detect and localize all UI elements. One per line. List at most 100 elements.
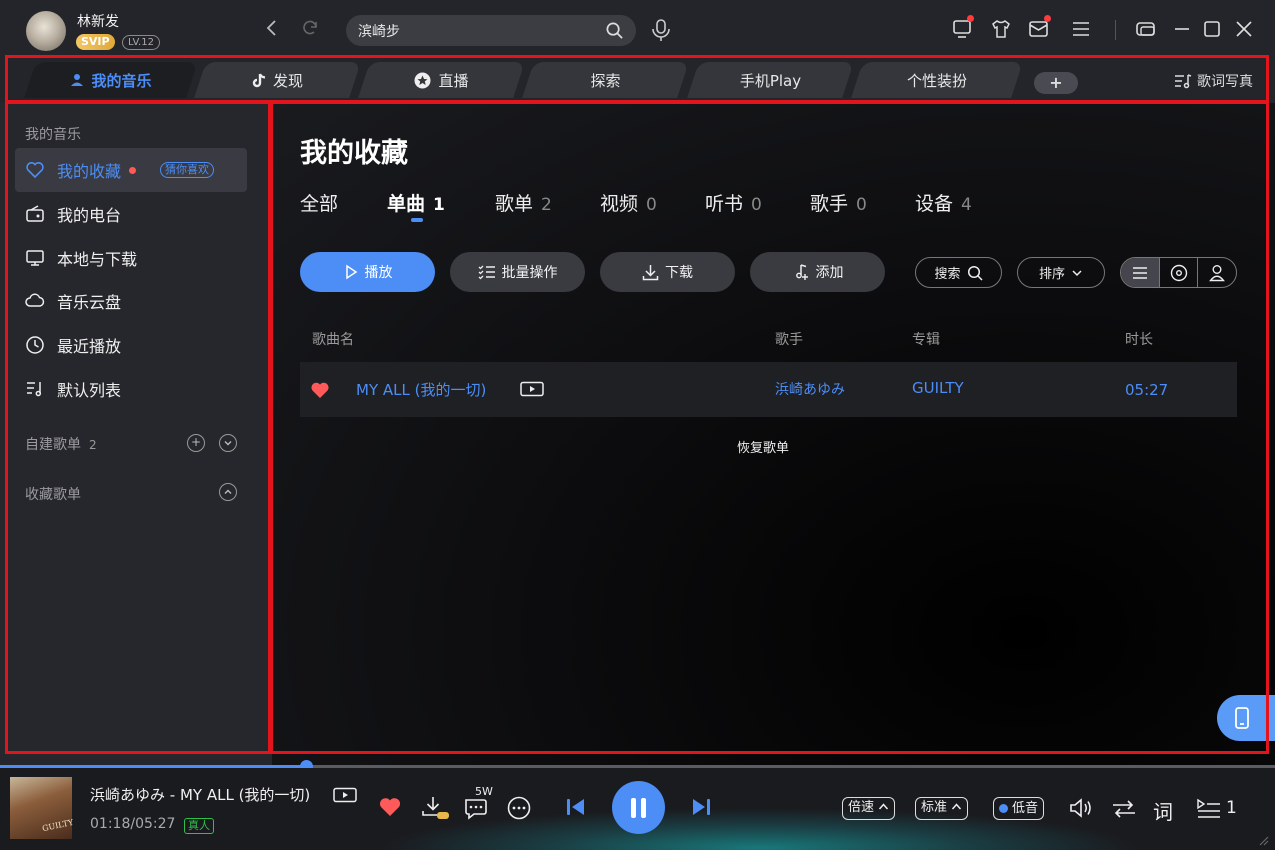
svip-badge[interactable]: SVIP — [76, 34, 115, 50]
column-artist[interactable]: 歌手 — [775, 329, 803, 349]
subtab-artists[interactable]: 歌手 0 — [810, 189, 867, 216]
song-artist[interactable]: 浜崎あゆみ — [775, 379, 845, 399]
tab-live[interactable]: 直播 — [358, 62, 525, 98]
album-cover[interactable]: GUILTY — [10, 777, 75, 839]
speed-button[interactable]: 倍速 — [842, 797, 896, 820]
speed-label: 倍速 — [848, 800, 875, 815]
username[interactable]: 林新发 — [77, 11, 119, 31]
subtab-label: 单曲 — [387, 193, 426, 215]
subtab-videos[interactable]: 视频 0 — [600, 189, 657, 216]
cover-text: GUILTY — [41, 817, 75, 834]
lyrics-photo-button[interactable]: 歌词写真 — [1174, 71, 1253, 91]
tab-discover[interactable]: 发现 — [194, 62, 361, 98]
heart-filled-icon[interactable] — [378, 796, 402, 818]
tab-phone-play[interactable]: 手机Play — [687, 62, 854, 98]
pause-button[interactable] — [612, 781, 665, 834]
pause-bar — [631, 797, 636, 818]
sidebar-item-radio[interactable]: 我的电台 — [15, 192, 247, 236]
mail-dot — [1044, 15, 1051, 22]
repeat-icon[interactable] — [1110, 798, 1138, 820]
quality-button[interactable]: 标准 — [915, 797, 969, 820]
cloud-icon — [25, 293, 45, 307]
phone-icon — [1235, 707, 1249, 729]
sidebar-item-favorites[interactable]: 我的收藏 猜你喜欢 — [15, 148, 247, 192]
sort-button[interactable]: 排序 — [1017, 257, 1105, 288]
column-duration[interactable]: 时长 — [1125, 329, 1153, 349]
tab-my-music[interactable]: 我的音乐 — [24, 62, 198, 98]
collapse-collected-button[interactable] — [219, 483, 237, 501]
menu-icon[interactable] — [1070, 18, 1092, 40]
heart-filled-icon[interactable] — [310, 381, 330, 399]
search-icon — [967, 265, 983, 281]
album-view-button[interactable] — [1160, 258, 1199, 287]
download-vip-icon[interactable] — [421, 795, 449, 821]
sidebar-item-cloud[interactable]: 音乐云盘 — [15, 279, 247, 323]
skin-icon[interactable] — [990, 18, 1012, 40]
add-to-button[interactable]: 添加 — [750, 252, 885, 292]
now-playing-title[interactable]: 浜崎あゆみ - MY ALL (我的一切) — [90, 784, 310, 805]
guess-you-like-tag[interactable]: 猜你喜欢 — [160, 162, 215, 178]
tab-explore[interactable]: 探索 — [522, 62, 689, 98]
subtab-label: 歌单 — [495, 193, 534, 215]
table-row[interactable]: MY ALL (我的一切) 浜崎あゆみ GUILTY 05:27 — [300, 362, 1237, 417]
level-badge[interactable]: LV.12 — [122, 35, 160, 50]
chevron-down-icon — [1072, 269, 1082, 276]
voice-tag[interactable]: 真人 — [184, 818, 214, 834]
add-playlist-button[interactable]: + — [187, 434, 205, 452]
play-queue-icon[interactable] — [1196, 797, 1222, 819]
tab-label: 手机Play — [739, 71, 802, 90]
tiktok-icon — [252, 73, 266, 87]
avatar[interactable] — [26, 11, 66, 51]
subtab-devices[interactable]: 设备 4 — [915, 189, 972, 216]
column-album[interactable]: 专辑 — [912, 329, 940, 349]
close-icon[interactable] — [1233, 18, 1255, 40]
subtab-singles[interactable]: 单曲 1 — [387, 189, 445, 216]
lyrics-toggle-button[interactable]: 词 — [1153, 796, 1173, 825]
minimize-icon[interactable] — [1171, 18, 1193, 40]
search-in-list-button[interactable]: 搜索 — [915, 257, 1002, 288]
mini-mode-icon[interactable] — [1135, 18, 1157, 40]
artist-view-button[interactable] — [1198, 258, 1236, 287]
volume-icon[interactable] — [1068, 797, 1094, 819]
refresh-button[interactable] — [300, 18, 320, 38]
more-icon[interactable] — [507, 796, 531, 820]
disc-icon — [1170, 264, 1187, 281]
collected-playlists-header[interactable]: 收藏歌单 — [25, 484, 81, 504]
created-playlists-header[interactable]: 自建歌单 2 — [25, 434, 97, 454]
sidebar-item-local[interactable]: 本地与下载 — [15, 236, 247, 280]
sidebar-item-label: 我的电台 — [57, 206, 122, 225]
sidebar-item-recent[interactable]: 最近播放 — [15, 323, 247, 367]
next-icon[interactable] — [690, 797, 712, 817]
expand-created-button[interactable] — [219, 434, 237, 452]
add-tab-button[interactable]: + — [1034, 72, 1078, 94]
comment-icon[interactable] — [463, 797, 489, 821]
restore-playlist-link[interactable]: 恢复歌单 — [737, 437, 789, 456]
search-icon[interactable] — [605, 21, 624, 40]
bass-on-indicator — [999, 804, 1008, 813]
previous-icon[interactable] — [565, 797, 587, 817]
download-button[interactable]: 下载 — [600, 252, 735, 292]
sidebar-item-label: 本地与下载 — [57, 250, 138, 269]
song-title[interactable]: MY ALL (我的一切) — [356, 379, 486, 400]
list-view-button[interactable] — [1121, 258, 1160, 287]
search-input[interactable] — [358, 15, 598, 46]
song-album[interactable]: GUILTY — [912, 379, 964, 397]
back-button[interactable] — [262, 18, 282, 38]
mv-icon[interactable] — [520, 381, 544, 397]
maximize-icon[interactable] — [1201, 18, 1223, 40]
resize-grip-icon[interactable] — [1257, 834, 1269, 846]
tab-skin[interactable]: 个性装扮 — [851, 62, 1023, 98]
subtab-all[interactable]: 全部 — [300, 189, 338, 216]
subtab-playlists[interactable]: 歌单 2 — [495, 189, 552, 216]
column-song[interactable]: 歌曲名 — [312, 329, 354, 349]
sidebar-item-default-list[interactable]: 默认列表 — [15, 367, 247, 411]
lyrics-icon — [1175, 74, 1192, 89]
phone-float-button[interactable] — [1217, 695, 1275, 741]
subtab-audiobooks[interactable]: 听书 0 — [705, 189, 762, 216]
play-all-button[interactable]: 播放 — [300, 252, 435, 292]
user-icon — [71, 74, 84, 86]
batch-operate-button[interactable]: 批量操作 — [450, 252, 585, 292]
voice-search-icon[interactable] — [650, 18, 672, 42]
bass-boost-button[interactable]: 低音 — [993, 797, 1045, 820]
mv-icon[interactable] — [333, 787, 357, 803]
